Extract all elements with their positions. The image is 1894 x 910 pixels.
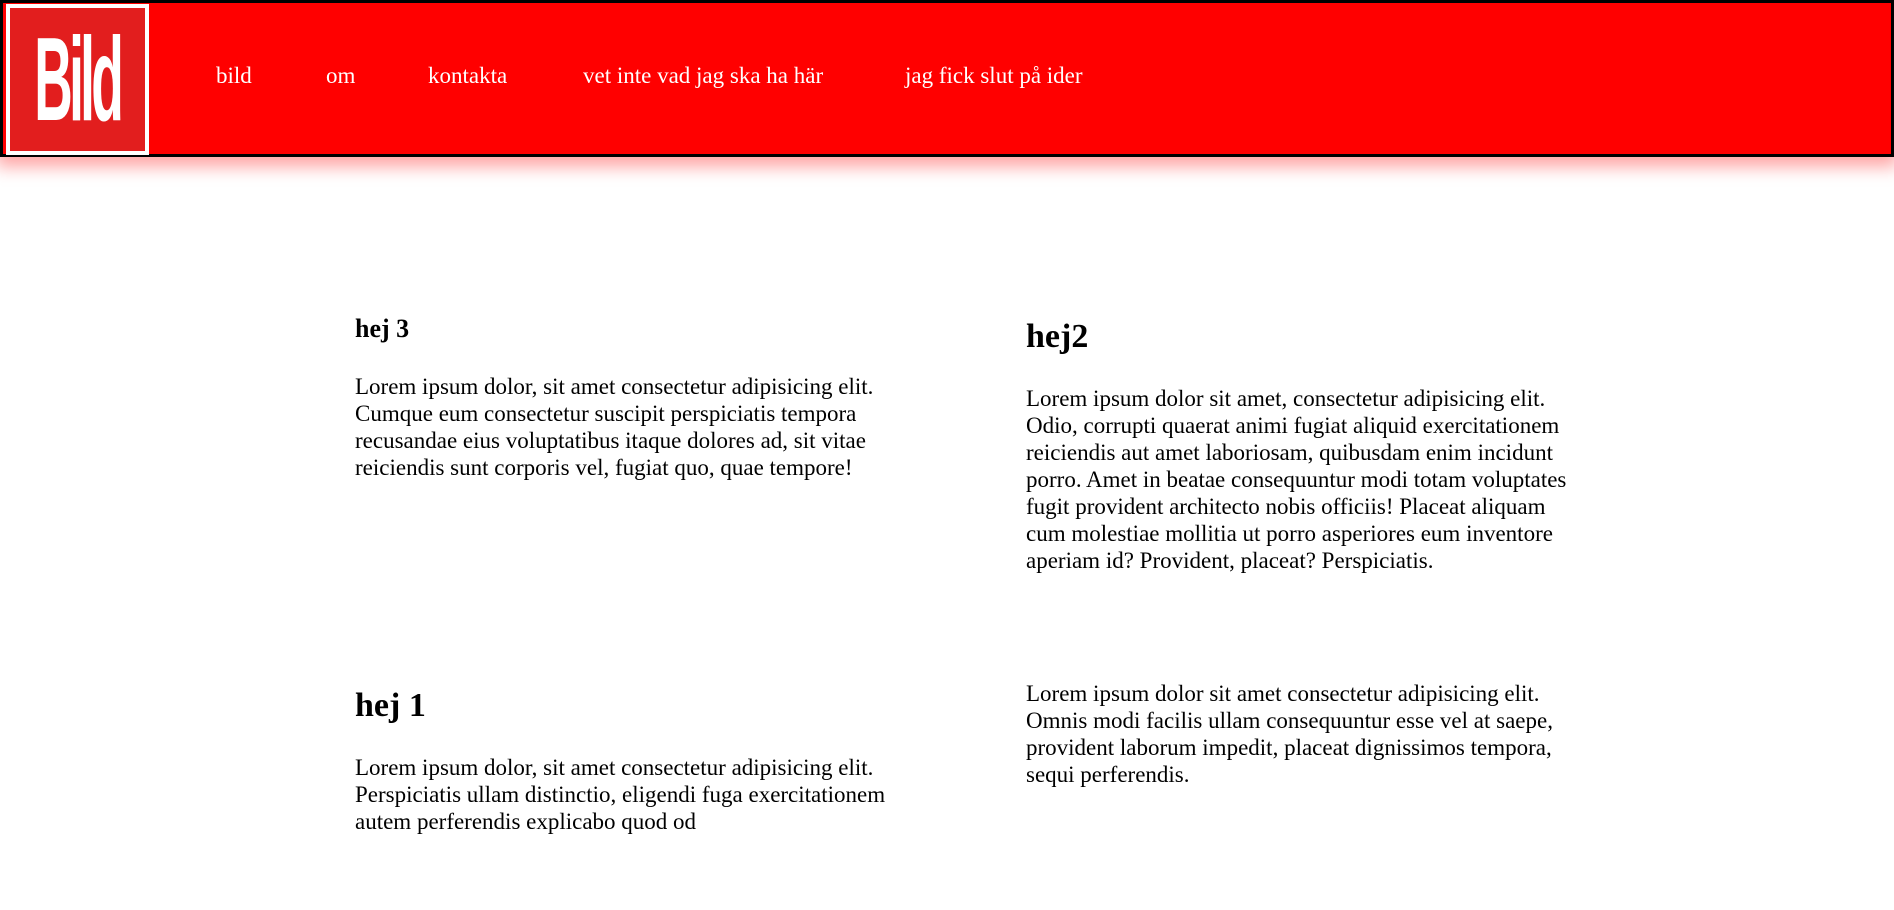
section-title: hej2 xyxy=(1026,318,1089,355)
section-text: Lorem ipsum dolor, sit amet consectetur … xyxy=(355,755,886,834)
section-hej2: hej2 Lorem ipsum dolor sit amet, consect… xyxy=(1026,317,1586,574)
nav-link-vet-inte[interactable]: vet inte vad jag ska ha här xyxy=(583,63,823,89)
section-hej-1: hej 1 Lorem ipsum dolor, sit amet consec… xyxy=(355,686,915,835)
main-nav: bild om kontakta vet inte vad jag ska ha… xyxy=(0,0,1894,157)
nav-link-kontakta[interactable]: kontakta xyxy=(428,63,507,89)
section-text: Lorem ipsum dolor sit amet, consectetur … xyxy=(1026,386,1567,573)
section-title: hej 3 xyxy=(355,314,410,343)
nav-link-om[interactable]: om xyxy=(326,63,355,89)
section-hej-3: hej 3 Lorem ipsum dolor, sit amet consec… xyxy=(355,313,915,481)
section-text: Lorem ipsum dolor, sit amet consectetur … xyxy=(355,374,874,480)
section-untitled: Lorem ipsum dolor sit amet consectetur a… xyxy=(1026,680,1586,788)
section-text: Lorem ipsum dolor sit amet consectetur a… xyxy=(1026,681,1553,787)
section-title: hej 1 xyxy=(355,687,426,724)
nav-link-bild[interactable]: bild xyxy=(216,63,252,89)
nav-link-slut-pa-ider[interactable]: jag fick slut på ider xyxy=(905,63,1083,89)
